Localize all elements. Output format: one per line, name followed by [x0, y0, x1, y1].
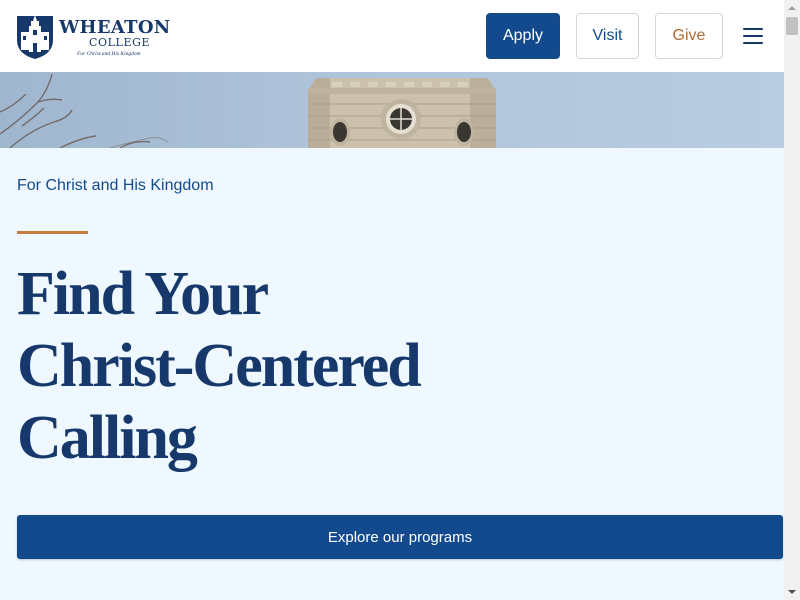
site-header: WHEATON COLLEGE For Christ and His Kingd…	[0, 0, 784, 72]
wheaton-logo-link[interactable]: WHEATON COLLEGE For Christ and His Kingd…	[15, 12, 170, 60]
hero-content: For Christ and His Kingdom Find Your Chr…	[0, 148, 784, 600]
menu-bar	[743, 28, 763, 30]
explore-programs-button[interactable]: Explore our programs	[17, 515, 783, 559]
logo-wordmark: WHEATON	[59, 17, 171, 38]
eyebrow-text: For Christ and His Kingdom	[17, 177, 214, 194]
scroll-down-arrow-icon[interactable]	[784, 584, 800, 600]
menu-bar	[743, 35, 763, 37]
hamburger-menu-icon[interactable]	[741, 26, 765, 46]
headline-line: Christ-Centered	[17, 332, 422, 400]
give-button[interactable]: Give	[655, 13, 723, 59]
scroll-up-arrow-icon[interactable]	[784, 0, 800, 16]
visit-button[interactable]: Visit	[576, 13, 639, 59]
college-crest-icon	[17, 15, 53, 59]
scrollbar-thumb[interactable]	[786, 17, 798, 35]
logo-subword: COLLEGE	[89, 36, 151, 49]
accent-divider	[17, 231, 88, 234]
page: WHEATON COLLEGE For Christ and His Kingd…	[0, 0, 800, 600]
apply-button[interactable]: Apply	[486, 13, 560, 59]
menu-bar	[743, 42, 763, 44]
headline-line: Find Your	[17, 260, 269, 328]
hero-photo-illustration	[0, 73, 496, 148]
page-headline: Find Your Christ-Centered Calling	[17, 258, 577, 474]
headline-line: Calling	[17, 404, 198, 472]
stone-tower-photo	[0, 72, 784, 148]
vertical-scrollbar[interactable]	[784, 0, 800, 600]
logo-tagline: For Christ and His Kingdom	[77, 51, 141, 57]
